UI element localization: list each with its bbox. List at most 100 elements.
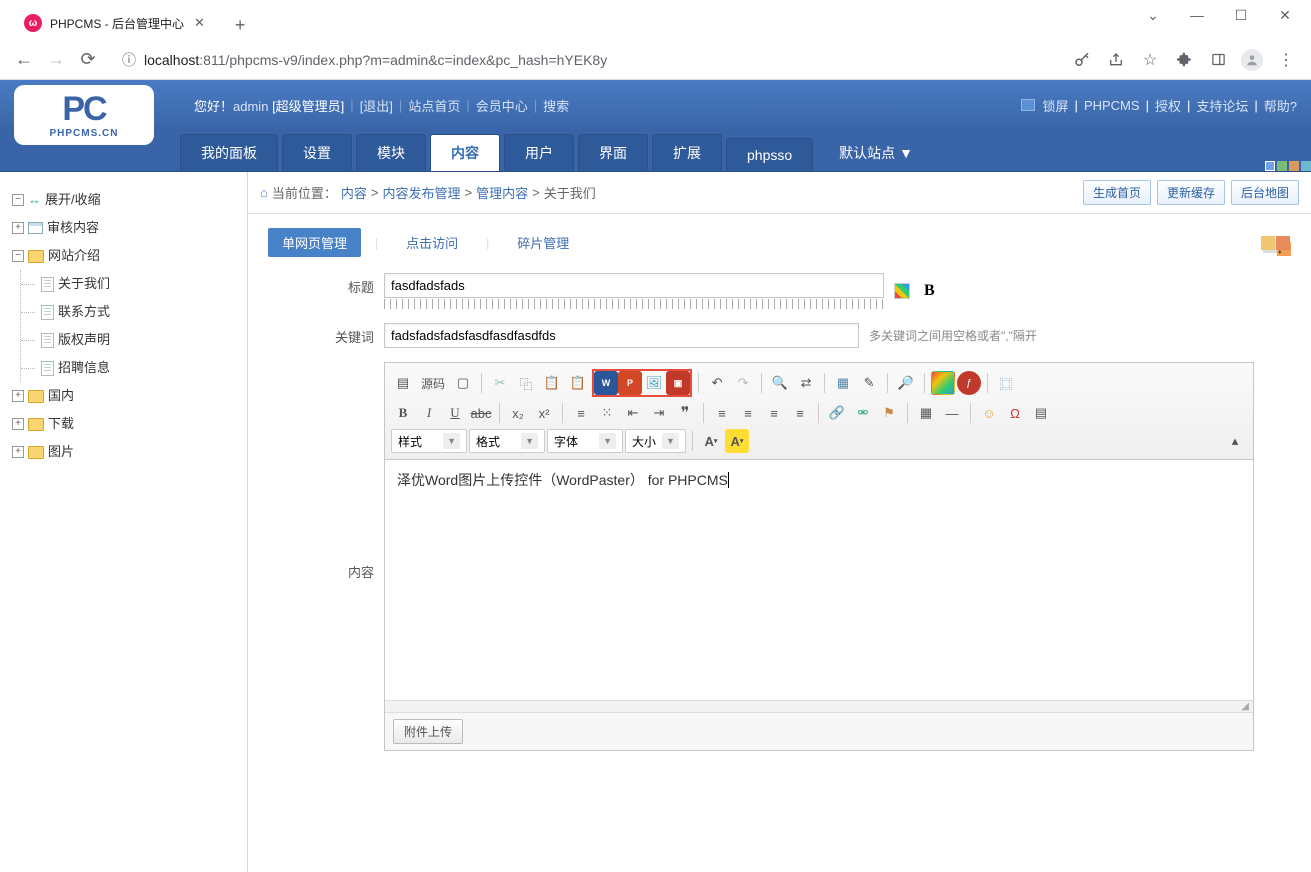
tree-site-intro[interactable]: −网站介绍 [10, 242, 237, 270]
extensions-icon[interactable] [1167, 44, 1201, 76]
menu-dots-icon[interactable]: ⋮ [1269, 44, 1303, 76]
bc-content[interactable]: 内容 [341, 183, 367, 202]
indent-icon[interactable]: ⇥ [647, 401, 671, 425]
forward-button[interactable]: → [40, 44, 72, 76]
tab-content[interactable]: 内容 [430, 134, 500, 171]
bc-publish[interactable]: 内容发布管理 [382, 183, 460, 202]
gen-home-button[interactable]: 生成首页 [1083, 180, 1151, 205]
subtab-page-manage[interactable]: 单网页管理 [268, 228, 361, 257]
help-link[interactable]: 帮助? [1264, 96, 1297, 115]
sitemap-button[interactable]: 后台地图 [1231, 180, 1299, 205]
paste-icon[interactable]: 📋 [540, 371, 564, 395]
tab-users[interactable]: 用户 [504, 134, 574, 171]
template-icon[interactable]: ▤ [1029, 401, 1053, 425]
font-select[interactable]: 字体▼ [547, 429, 623, 453]
update-cache-button[interactable]: 更新缓存 [1157, 180, 1225, 205]
removeformat-icon[interactable]: ✎ [857, 371, 881, 395]
zoom-icon[interactable]: 🔎 [894, 371, 918, 395]
browser-tab[interactable]: ω PHPCMS - 后台管理中心 ✕ [12, 6, 217, 40]
window-minimize-icon[interactable]: — [1175, 0, 1219, 30]
bc-manage[interactable]: 管理内容 [476, 183, 528, 202]
anchor-icon[interactable]: ⚑ [877, 401, 901, 425]
tab-extensions[interactable]: 扩展 [652, 134, 722, 171]
italic-icon[interactable]: I [417, 401, 441, 425]
newpage-icon[interactable]: ▢ [451, 371, 475, 395]
align-left-icon[interactable]: ≡ [710, 401, 734, 425]
tree-recruit[interactable]: 招聘信息 [39, 354, 237, 382]
share-icon[interactable] [1099, 44, 1133, 76]
bullist-icon[interactable]: ⁙ [595, 401, 619, 425]
format-select[interactable]: 格式▼ [469, 429, 545, 453]
flash-icon[interactable]: ƒ [957, 371, 981, 395]
editor-resize-handle[interactable]: ◢ [385, 700, 1253, 712]
username-link[interactable]: admin [233, 99, 268, 114]
image-import-icon[interactable]: 🖼 [642, 371, 666, 395]
strike-icon[interactable]: abc [469, 401, 493, 425]
ppt-import-icon[interactable]: P [618, 371, 642, 395]
logo[interactable]: PC PHPCMS.CN [14, 85, 154, 145]
numlist-icon[interactable]: ≡ [569, 401, 593, 425]
tree-audit[interactable]: +审核内容 [10, 214, 237, 242]
profile-avatar[interactable] [1235, 44, 1269, 76]
color-picker-icon[interactable] [894, 283, 910, 299]
url-field[interactable]: ⓘ localhost:811/phpcms-v9/index.php?m=ad… [110, 45, 1059, 75]
search-link[interactable]: 搜索 [543, 96, 569, 115]
site-home-link[interactable]: 站点首页 [408, 96, 460, 115]
tab-settings[interactable]: 设置 [282, 134, 352, 171]
fontcolor-icon[interactable]: A▾ [699, 429, 723, 453]
tab-my-panel[interactable]: 我的面板 [180, 134, 278, 171]
superscript-icon[interactable]: x² [532, 401, 556, 425]
link-icon[interactable]: 🔗 [825, 401, 849, 425]
tree-about[interactable]: 关于我们 [39, 270, 237, 298]
keyword-input[interactable] [384, 323, 859, 348]
align-right-icon[interactable]: ≡ [762, 401, 786, 425]
tree-expand-all[interactable]: −↔展开/收缩 [10, 186, 237, 214]
undo-icon[interactable]: ↶ [705, 371, 729, 395]
lock-screen-link[interactable]: 锁屏 [1043, 96, 1069, 115]
home-icon[interactable]: ⌂ [260, 185, 268, 200]
outdent-icon[interactable]: ⇤ [621, 401, 645, 425]
site-info-icon[interactable]: ⓘ [122, 50, 136, 70]
tree-download[interactable]: +下载 [10, 410, 237, 438]
align-center-icon[interactable]: ≡ [736, 401, 760, 425]
tab-phpsso[interactable]: phpsso [726, 138, 813, 171]
source-button[interactable]: 源码 [417, 375, 449, 392]
back-button[interactable]: ← [8, 44, 40, 76]
collapse-toolbar-icon[interactable]: ▴ [1223, 429, 1247, 453]
reload-button[interactable]: ⟳ [72, 44, 104, 76]
password-key-icon[interactable] [1065, 44, 1099, 76]
find-icon[interactable]: 🔍 [768, 371, 792, 395]
hr-icon[interactable]: — [940, 401, 964, 425]
word-import-icon[interactable]: W [594, 371, 618, 395]
tree-pictures[interactable]: +图片 [10, 438, 237, 466]
unlink-icon[interactable]: ⚮ [851, 401, 875, 425]
table-icon[interactable]: ▦ [914, 401, 938, 425]
title-input[interactable] [384, 273, 884, 298]
site-selector[interactable]: 默认站点▼ [835, 135, 917, 171]
tab-close-icon[interactable]: ✕ [194, 15, 205, 31]
subscript-icon[interactable]: x₂ [506, 401, 530, 425]
member-center-link[interactable]: 会员中心 [476, 96, 528, 115]
replace-icon[interactable]: ⇄ [794, 371, 818, 395]
tab-modules[interactable]: 模块 [356, 134, 426, 171]
pagebreak-icon[interactable]: ⿴ [994, 371, 1018, 395]
phpcms-link[interactable]: PHPCMS [1084, 98, 1140, 113]
blockquote-icon[interactable]: ❞ [673, 401, 697, 425]
window-close-icon[interactable]: ✕ [1263, 0, 1307, 30]
tree-copyright[interactable]: 版权声明 [39, 326, 237, 354]
specialchar-icon[interactable]: Ω [1003, 401, 1027, 425]
paste-word-icon[interactable]: 📋 [566, 371, 590, 395]
tab-ui[interactable]: 界面 [578, 134, 648, 171]
theme-squares[interactable] [1265, 161, 1311, 171]
logout-link[interactable]: [退出] [360, 96, 393, 115]
window-maximize-icon[interactable]: ☐ [1219, 0, 1263, 30]
cut-icon[interactable]: ✂ [488, 371, 512, 395]
source-icon[interactable]: ▤ [391, 371, 415, 395]
side-panel-icon[interactable] [1201, 44, 1235, 76]
bold-icon[interactable]: B [391, 401, 415, 425]
new-tab-button[interactable]: + [227, 11, 254, 40]
layout-toggle[interactable] [1261, 236, 1291, 250]
subtab-fragment[interactable]: 碎片管理 [503, 228, 583, 257]
bold-toggle[interactable]: B [920, 282, 939, 300]
redo-icon[interactable]: ↷ [731, 371, 755, 395]
